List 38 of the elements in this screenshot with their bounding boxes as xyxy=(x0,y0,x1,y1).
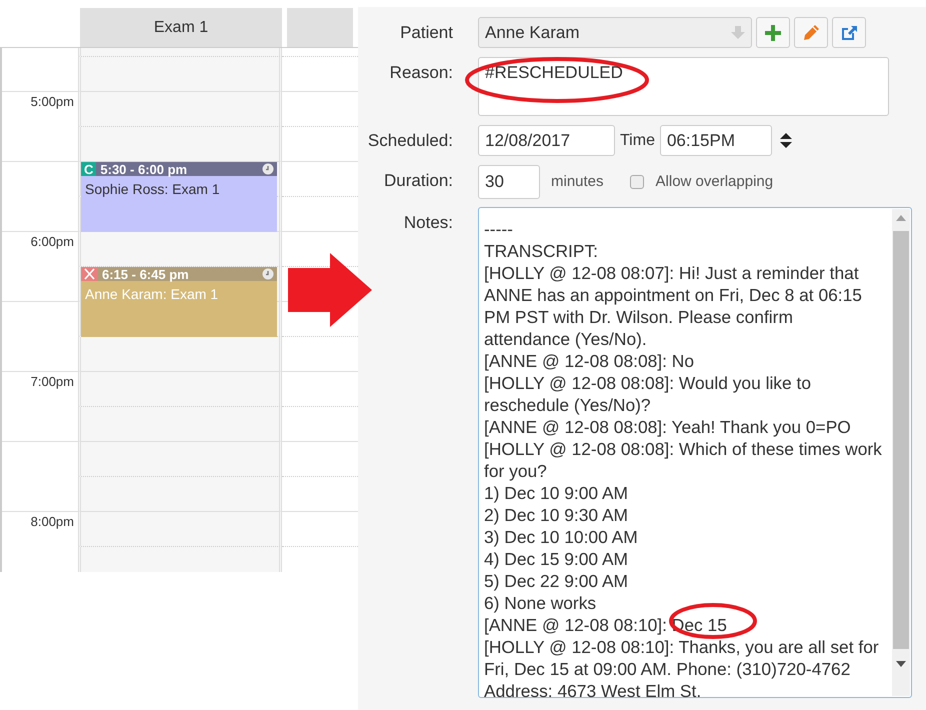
event-title: Sophie Ross: Exam 1 xyxy=(85,181,220,197)
time-field[interactable]: 06:15PM xyxy=(660,125,772,156)
checkbox-label: Allow overlapping xyxy=(656,172,774,192)
edit-button[interactable] xyxy=(794,17,828,48)
pencil-icon xyxy=(802,24,820,41)
field-label: Duration: xyxy=(383,170,453,192)
dropdown-arrow-icon xyxy=(731,26,745,39)
event-title: Anne Karam: Exam 1 xyxy=(85,286,218,302)
reason-field[interactable]: #RESCHEDULED xyxy=(478,57,889,116)
status-badge: C xyxy=(81,162,96,176)
field-label: Scheduled: xyxy=(366,130,453,152)
unit-label: minutes xyxy=(551,172,604,192)
share-icon xyxy=(840,24,858,40)
duration-field[interactable]: 30 xyxy=(478,165,540,199)
scroll-down-icon xyxy=(896,661,906,667)
column-header xyxy=(287,8,353,47)
time-label: Time xyxy=(620,130,655,150)
field-label: Reason: xyxy=(388,62,453,84)
time-label: 5:00pm xyxy=(30,94,74,109)
patient-select[interactable]: Anne Karam xyxy=(478,17,752,48)
add-button[interactable] xyxy=(756,17,790,48)
overlap-checkbox[interactable] xyxy=(630,175,644,189)
event-time: 6:15 - 6:45 pm xyxy=(102,268,189,280)
time-label: 8:00pm xyxy=(30,514,74,529)
clock-icon xyxy=(262,268,274,280)
share-button[interactable] xyxy=(832,17,866,48)
field-label: Patient xyxy=(399,22,453,44)
field-label: Notes: xyxy=(402,212,453,234)
scroll-up-icon xyxy=(896,215,906,221)
plus-icon xyxy=(765,24,781,40)
time-label: 7:00pm xyxy=(30,374,74,389)
date-field[interactable]: 12/08/2017 xyxy=(478,125,615,156)
event-time: 5:30 - 6:00 pm xyxy=(100,162,188,176)
time-label: 6:00pm xyxy=(30,234,74,249)
scrollbar[interactable] xyxy=(892,209,910,696)
appointment-event[interactable]: C 5:30 - 6:00 pm Sophie Ross: Exam 1 xyxy=(81,162,277,232)
spinner-icon[interactable] xyxy=(780,133,792,148)
column-header: Exam 1 xyxy=(80,8,282,47)
